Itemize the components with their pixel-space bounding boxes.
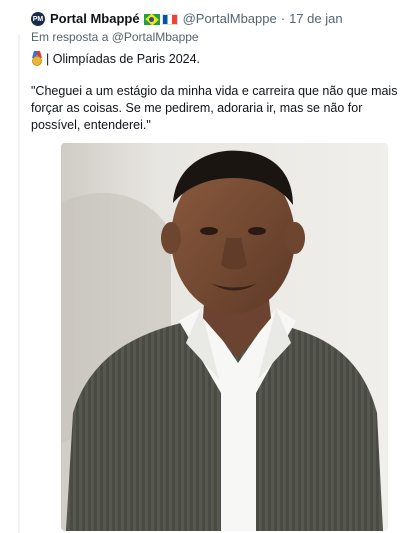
thread-line bbox=[18, 34, 20, 533]
medal-icon bbox=[31, 51, 43, 66]
brazil-flag-icon bbox=[143, 13, 160, 25]
separator-dot: · bbox=[280, 11, 286, 26]
olympics-text: | Olimpíadas de Paris 2024. bbox=[46, 51, 201, 66]
tweet-header: Portal Mbappé @PortalMbappe · 17 de jan bbox=[50, 10, 343, 28]
avatar[interactable]: PM bbox=[31, 12, 45, 26]
author-handle[interactable]: @PortalMbappe bbox=[183, 10, 277, 28]
tweet-quote: "Cheguei a um estágio da minha vida e ca… bbox=[31, 84, 398, 132]
author-name[interactable]: Portal Mbappé bbox=[50, 10, 140, 28]
reply-to-label[interactable]: Em resposta a @PortalMbappe bbox=[31, 30, 199, 44]
tweet-date[interactable]: 17 de jan bbox=[289, 10, 343, 28]
tweet: PM Portal Mbappé @PortalMbappe · 17 de j… bbox=[0, 0, 416, 533]
france-flag-icon bbox=[161, 13, 178, 25]
tweet-text-line1: | Olimpíadas de Paris 2024. bbox=[31, 51, 200, 66]
tweet-photo[interactable] bbox=[61, 143, 388, 531]
